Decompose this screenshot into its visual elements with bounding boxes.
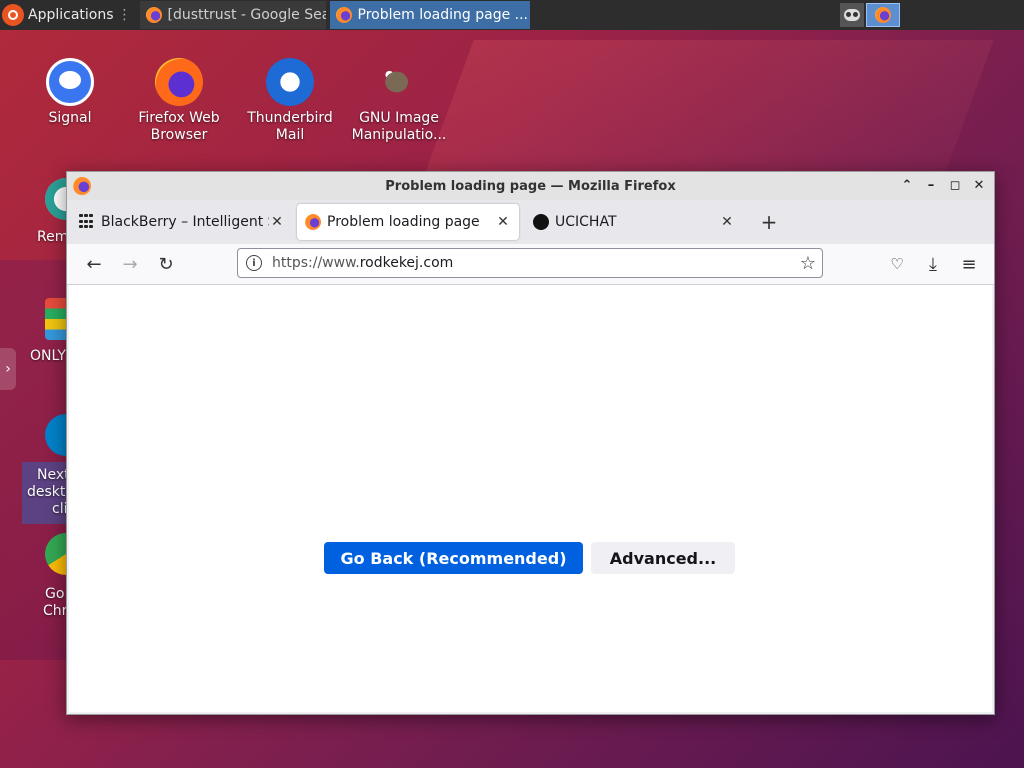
desktop-icon-label: Next	[37, 467, 70, 483]
firefox-icon	[875, 7, 891, 23]
toolbar-right-buttons: ♡ ⤓ ≡	[882, 249, 984, 279]
url-bar[interactable]: i https://www.rodkekej.com ☆	[237, 248, 823, 278]
ubuntu-logo-icon	[2, 4, 24, 26]
applications-label: Applications	[28, 7, 114, 23]
hamburger-menu-icon: ≡	[961, 253, 977, 275]
tray-item-firefox[interactable]	[866, 3, 900, 27]
taskbar-item-label: [dusttrust - Google Sear...	[167, 7, 326, 23]
tab-ucichat[interactable]: UCICHAT ✕	[525, 204, 743, 240]
firefox-icon	[73, 177, 91, 195]
desktop-icon-label: GNU Image Manipulatio...	[351, 110, 447, 143]
desktop-icon-label: Rem	[37, 229, 69, 245]
side-panel-toggle[interactable]: ›	[0, 348, 16, 390]
go-back-button[interactable]: Go Back (Recommended)	[324, 542, 583, 574]
desktop-icon-signal[interactable]: Signal	[18, 58, 122, 127]
navigation-toolbar: ← → ↻ i https://www.rodkekej.com ☆ ♡ ⤓ ≡	[67, 244, 994, 285]
desktop-icon-label: Chr	[43, 603, 68, 619]
tab-problem-loading[interactable]: Problem loading page ✕	[297, 204, 519, 240]
ucichat-icon	[533, 214, 549, 230]
advanced-button[interactable]: Advanced...	[591, 542, 735, 574]
downloads-button[interactable]: ⤓	[918, 249, 948, 279]
blackberry-icon	[79, 214, 95, 230]
restore-icon[interactable]: ◻	[946, 176, 964, 194]
menu-button[interactable]: ≡	[954, 249, 984, 279]
pocket-button[interactable]: ♡	[882, 249, 912, 279]
window-controls: ⌃ – ◻ ✕	[898, 176, 988, 194]
firefox-icon	[155, 58, 203, 106]
taskbar-item-google-search[interactable]: [dusttrust - Google Sear...	[139, 1, 326, 29]
desktop-icon-gimp[interactable]: GNU Image Manipulatio...	[347, 58, 451, 144]
arrow-left-icon: ←	[86, 253, 102, 275]
reload-button[interactable]: ↻	[151, 249, 181, 279]
desktop-icon-firefox[interactable]: Firefox Web Browser	[127, 58, 231, 144]
firefox-window: Problem loading page — Mozilla Firefox ⌃…	[66, 171, 995, 715]
top-panel: Applications ⋮ [dusttrust - Google Sear.…	[0, 0, 1024, 30]
chevron-right-icon: ›	[5, 361, 11, 377]
bookmark-star-icon[interactable]: ☆	[794, 253, 822, 274]
desktop-icon-label: Go	[45, 586, 65, 602]
minimize-icon[interactable]: –	[922, 176, 940, 194]
window-titlebar[interactable]: Problem loading page — Mozilla Firefox ⌃…	[67, 172, 994, 200]
window-title: Problem loading page — Mozilla Firefox	[385, 178, 676, 194]
tab-close-icon[interactable]: ✕	[719, 214, 735, 230]
desktop-icon-label: ONLY	[30, 348, 66, 364]
thunderbird-icon	[266, 58, 314, 106]
tab-bar: BlackBerry – Intelligent S ✕ Problem loa…	[67, 200, 994, 244]
url-domain: rodkekej.com	[359, 255, 454, 271]
tab-close-icon[interactable]: ✕	[495, 214, 511, 230]
forward-button[interactable]: →	[115, 249, 145, 279]
pocket-icon: ♡	[890, 255, 904, 273]
new-tab-button[interactable]: +	[757, 210, 781, 234]
close-icon[interactable]: ✕	[970, 176, 988, 194]
back-button[interactable]: ←	[79, 249, 109, 279]
desktop-icon-label: Thunderbird Mail	[247, 110, 333, 143]
desktop-icon-thunderbird[interactable]: Thunderbird Mail	[238, 58, 342, 144]
taskbar-item-problem-loading[interactable]: Problem loading page ...	[329, 1, 530, 29]
info-icon[interactable]: i	[246, 255, 262, 271]
signal-icon	[46, 58, 94, 106]
desktop-icon-label: Signal	[48, 110, 92, 126]
applications-menu[interactable]: Applications ⋮	[0, 0, 136, 30]
download-icon: ⤓	[929, 253, 937, 275]
url-text[interactable]: https://www.rodkekej.com	[272, 255, 794, 271]
page-content: Go Back (Recommended) Advanced...	[69, 285, 992, 712]
firefox-icon	[335, 7, 352, 23]
tab-label: BlackBerry – Intelligent S	[101, 214, 269, 230]
reload-icon: ↻	[158, 253, 174, 275]
menu-separator-icon: ⋮	[117, 7, 132, 23]
tray-item-settings[interactable]	[840, 3, 864, 27]
desktop-icon-label: Firefox Web Browser	[138, 110, 220, 143]
taskbar-item-label: Problem loading page ...	[357, 7, 529, 23]
maximize-up-icon[interactable]: ⌃	[898, 176, 916, 194]
firefox-icon	[305, 214, 321, 230]
tab-label: UCICHAT	[555, 214, 617, 230]
tray-app-icon	[844, 9, 860, 21]
url-prefix: https://www.	[272, 255, 360, 271]
tab-label: Problem loading page	[327, 214, 480, 230]
system-tray	[840, 3, 900, 27]
firefox-icon	[145, 7, 162, 23]
tab-blackberry[interactable]: BlackBerry – Intelligent S ✕	[71, 204, 293, 240]
tab-close-icon[interactable]: ✕	[269, 214, 285, 230]
arrow-right-icon: →	[122, 253, 138, 275]
gimp-icon	[375, 58, 423, 106]
